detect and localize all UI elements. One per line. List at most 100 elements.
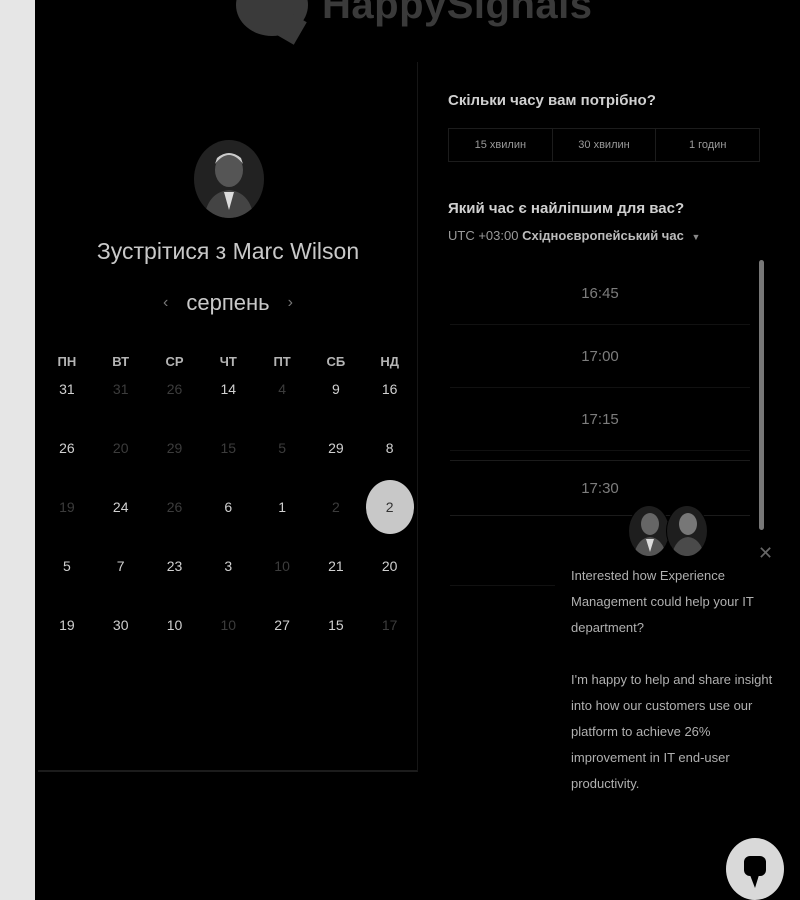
duration-option-15[interactable]: 15 хвилин — [449, 129, 553, 161]
calendar-day-number: 9 — [331, 381, 340, 397]
calendar-day[interactable]: 21 — [309, 549, 363, 608]
calendar-day-number: 5 — [278, 440, 286, 456]
calendar-day-number: 16 — [381, 381, 398, 397]
calendar-day[interactable]: 23 — [148, 549, 202, 608]
weekday-header: СР — [165, 354, 184, 369]
calendar-day-number: 30 — [112, 617, 129, 633]
calendar-day[interactable]: 24 — [94, 490, 148, 549]
calendar-day: 10 — [201, 608, 255, 667]
calendar-day[interactable]: 10 — [148, 608, 202, 667]
time-question: Який час є найліпшим для вас? — [448, 200, 685, 217]
calendar-day-number: 31 — [112, 381, 129, 397]
weekday-header: НД — [380, 354, 399, 369]
chat-agent-avatar — [628, 505, 670, 557]
calendar-day: 17 — [363, 608, 417, 667]
calendar-day: 15 — [201, 431, 255, 490]
chat-launcher-button[interactable] — [726, 838, 784, 900]
time-slot[interactable]: 17:00 — [450, 325, 750, 388]
calendar-day-number: 1 — [278, 499, 286, 515]
calendar-day-number: 19 — [59, 499, 75, 515]
calendar-day-number: 10 — [166, 617, 183, 633]
calendar-day-number: 4 — [278, 381, 286, 397]
calendar-day-number: 2 — [365, 480, 414, 534]
calendar-day-number: 6 — [224, 499, 233, 515]
calendar-day: 10 — [255, 549, 309, 608]
calendar-day: 5 — [255, 431, 309, 490]
calendar-day-number: 29 — [166, 440, 183, 456]
calendar-day-number: 20 — [112, 440, 129, 456]
calendar-day[interactable]: 16 — [363, 372, 417, 431]
month-label: серпень — [186, 290, 270, 315]
calendar-day-number: 26 — [59, 440, 75, 456]
calendar-day: 4 — [255, 372, 309, 431]
duration-option-60[interactable]: 1 годин — [656, 129, 759, 161]
calendar-day[interactable]: 5 — [40, 549, 94, 608]
calendar-day[interactable]: 3 — [201, 549, 255, 608]
calendar-day-number: 26 — [166, 381, 183, 397]
calendar-day[interactable]: 9 — [309, 372, 363, 431]
calendar-day[interactable]: 15 — [309, 608, 363, 667]
time-slot[interactable]: 16:45 — [450, 262, 750, 325]
calendar-day-number: 20 — [381, 558, 398, 574]
calendar-day-number: 8 — [385, 440, 394, 456]
chevron-right-icon[interactable]: › — [288, 294, 293, 312]
calendar-day[interactable]: 20 — [363, 549, 417, 608]
calendar-day: 20 — [94, 431, 148, 490]
logo-mark-icon — [236, 0, 308, 36]
calendar-day-number: 23 — [166, 558, 183, 574]
calendar-day[interactable]: 6 — [201, 490, 255, 549]
calendar-day-number: 7 — [116, 558, 125, 574]
calendar-day: 2 — [309, 490, 363, 549]
weekday-header: ПТ — [273, 354, 291, 369]
calendar-day[interactable]: 19 — [40, 608, 94, 667]
timezone-selector[interactable]: UTC +03:00 Східноєвропейський час ▼ — [448, 228, 700, 243]
calendar-day: 26 — [148, 490, 202, 549]
calendar-day[interactable]: 27 — [255, 608, 309, 667]
calendar-day-number: 10 — [220, 617, 237, 633]
calendar-day: 26 — [148, 372, 202, 431]
calendar-day-number: 17 — [381, 617, 398, 633]
calendar-day[interactable]: 30 — [94, 608, 148, 667]
weekday-header: ЧТ — [219, 354, 237, 369]
calendar-day-number: 31 — [59, 381, 75, 397]
calendar-day-number: 15 — [328, 617, 344, 633]
calendar-day[interactable]: 26 — [40, 431, 94, 490]
duration-options: 15 хвилин 30 хвилин 1 годин — [448, 128, 760, 162]
calendar-day-number: 19 — [59, 617, 75, 633]
calendar-day[interactable]: 29 — [309, 431, 363, 490]
weekday-header: ВТ — [112, 354, 130, 369]
time-slot[interactable]: 17:15 — [450, 388, 750, 451]
calendar-day: 31 — [94, 372, 148, 431]
month-navigation: ‹ серпень › — [38, 290, 418, 316]
calendar-day: 19 — [40, 490, 94, 549]
meeting-title: Зустрітися з Marc Wilson — [96, 238, 360, 264]
calendar-day[interactable]: 31 — [40, 372, 94, 431]
chat-agent-avatar — [666, 505, 708, 557]
brand-name: HappySignals — [322, 0, 593, 27]
calendar-day-number: 2 — [331, 499, 340, 515]
host-avatar — [194, 140, 264, 218]
chevron-left-icon[interactable]: ‹ — [163, 294, 168, 312]
chat-message-text: Interested how Experience Management cou… — [571, 568, 754, 635]
calendar-day-number: 24 — [112, 499, 129, 515]
calendar-day[interactable]: 14 — [201, 372, 255, 431]
chat-bubble-icon — [744, 856, 766, 888]
duration-option-30[interactable]: 30 хвилин — [553, 129, 657, 161]
timezone-offset: UTC +03:00 — [448, 228, 519, 243]
weekday-header: ПН — [57, 354, 77, 369]
close-icon[interactable]: ✕ — [758, 543, 773, 564]
weekday-header: СБ — [326, 354, 346, 369]
slots-scrollbar[interactable] — [759, 260, 764, 530]
calendar-day-number: 15 — [220, 440, 237, 456]
calendar-day-selected[interactable]: 2 — [363, 480, 417, 549]
chat-message: Interested how Experience Management cou… — [571, 563, 781, 797]
caret-down-icon: ▼ — [691, 232, 701, 242]
calendar-day[interactable]: 7 — [94, 549, 148, 608]
calendar-day-number: 21 — [328, 558, 344, 574]
calendar-day-number: 14 — [220, 381, 237, 397]
duration-question: Скільки часу вам потрібно? — [448, 92, 656, 109]
calendar-day-number: 10 — [274, 558, 290, 574]
calendar-day-number: 3 — [224, 558, 233, 574]
calendar-day-number: 26 — [166, 499, 183, 515]
calendar-day[interactable]: 1 — [255, 490, 309, 549]
